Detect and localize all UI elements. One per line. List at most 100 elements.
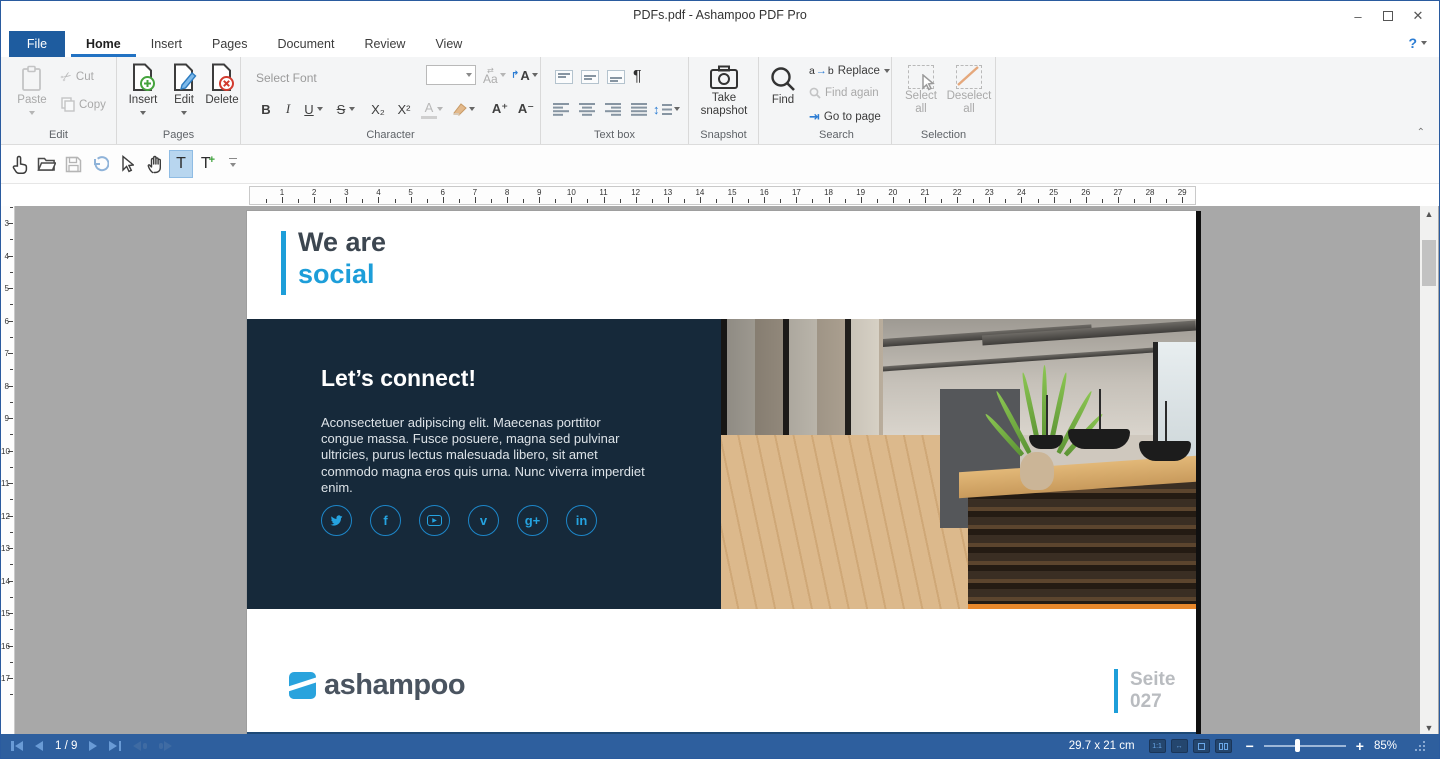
folder-open-icon — [37, 156, 56, 172]
align-justify-button[interactable] — [631, 97, 647, 121]
ribbon-tab-bar: File Home Insert Pages Document Review V… — [1, 31, 1439, 57]
tab-home[interactable]: Home — [71, 31, 136, 57]
toolbar-options-button[interactable] — [229, 158, 237, 171]
scrollbar-thumb[interactable] — [1422, 240, 1436, 286]
chevron-down-icon — [230, 163, 236, 170]
open-file-button[interactable] — [34, 150, 58, 178]
ruler-tick — [314, 197, 315, 203]
ruler-tick — [491, 199, 492, 203]
tab-view[interactable]: View — [420, 31, 477, 57]
googleplus-icon[interactable]: g+ — [517, 505, 548, 536]
connect-section: Let’s connect! Aconsectetuer adipiscing … — [247, 319, 1196, 609]
underline-options[interactable] — [317, 97, 323, 121]
first-page-button[interactable] — [11, 741, 23, 751]
align-left-button[interactable] — [553, 97, 569, 121]
subscript-button[interactable]: X₂ — [367, 97, 389, 121]
minimize-button[interactable]: – — [1343, 3, 1373, 29]
tab-document[interactable]: Document — [262, 31, 349, 57]
tab-insert[interactable]: Insert — [136, 31, 197, 57]
close-button[interactable]: ✕ — [1403, 3, 1433, 29]
insert-page-button[interactable]: Insert — [123, 63, 163, 118]
youtube-icon[interactable]: ▶ — [419, 505, 450, 536]
underline-button[interactable]: U — [301, 97, 317, 121]
vertical-scrollbar[interactable]: ▲ ▼ — [1420, 206, 1438, 736]
strikethrough-button[interactable]: S — [333, 97, 349, 121]
ruler-number: 11 — [596, 188, 612, 197]
ruler-tick — [10, 532, 13, 533]
find-button[interactable]: Find — [763, 65, 803, 107]
copy-button: Copy — [61, 97, 106, 112]
valign-top-button[interactable] — [555, 65, 573, 89]
zoom-slider-handle[interactable] — [1295, 739, 1300, 752]
grow-font-button[interactable]: A⁺ — [489, 97, 511, 121]
facebook-icon[interactable]: f — [370, 505, 401, 536]
text-tool-icon: T — [176, 155, 186, 173]
ruler-tick — [10, 499, 13, 500]
italic-button[interactable]: I — [281, 97, 295, 121]
align-center-button[interactable] — [579, 97, 595, 121]
fit-width-button[interactable]: ↔ — [1171, 739, 1188, 753]
deselect-all-button: Deselect all — [946, 65, 992, 116]
tab-review[interactable]: Review — [349, 31, 420, 57]
zoom-in-button[interactable]: + — [1356, 738, 1364, 754]
ruler-tick — [459, 199, 460, 203]
ruler-number: 21 — [917, 188, 933, 197]
maximize-button[interactable] — [1373, 3, 1403, 29]
ruler-tick — [8, 516, 13, 517]
single-page-button[interactable] — [1193, 739, 1210, 753]
replace-button[interactable]: a→b Replace — [809, 65, 890, 77]
pdf-page[interactable]: We are social Let’s connect! Aconsectetu… — [247, 211, 1196, 736]
align-right-button[interactable] — [605, 97, 621, 121]
delete-page-button[interactable]: Delete — [203, 63, 241, 107]
page-navigation: 1 / 9 — [1, 740, 172, 752]
linkedin-icon[interactable]: in — [566, 505, 597, 536]
zoom-slider[interactable] — [1264, 745, 1346, 747]
collapse-ribbon-button[interactable]: ⌃ — [1417, 127, 1425, 138]
twitter-icon[interactable] — [321, 505, 352, 536]
chevron-down-icon — [500, 73, 506, 80]
text-orientation-button[interactable]: ↱ A — [511, 63, 538, 87]
scroll-up-arrow[interactable]: ▲ — [1420, 206, 1438, 222]
text-select-tool-button[interactable]: T — [169, 150, 193, 178]
help-menu[interactable]: ? — [1408, 35, 1427, 51]
previous-page-button[interactable] — [35, 741, 43, 751]
tab-file[interactable]: File — [9, 31, 65, 57]
zoom-out-button[interactable]: − — [1246, 738, 1254, 754]
font-size-combobox[interactable] — [426, 65, 476, 85]
last-page-button[interactable] — [109, 741, 121, 751]
strikethrough-options[interactable] — [349, 97, 355, 121]
valign-middle-button[interactable] — [581, 65, 599, 89]
highlight-button[interactable] — [451, 97, 475, 121]
superscript-button[interactable]: X² — [393, 97, 415, 121]
vimeo-icon[interactable]: v — [468, 505, 499, 536]
ruler-number: 16 — [756, 188, 772, 197]
pilcrow-button[interactable]: ¶ — [633, 65, 642, 89]
tab-pages[interactable]: Pages — [197, 31, 262, 57]
line-spacing-button[interactable]: ↕ — [653, 97, 680, 121]
ruler-tick — [8, 418, 13, 419]
select-all-button: Select all — [900, 65, 942, 116]
resize-grip[interactable] — [1415, 741, 1425, 751]
go-to-page-button[interactable]: ⇥ Go to page — [809, 109, 881, 125]
two-page-button[interactable] — [1215, 739, 1232, 753]
ruler-number: 4 — [370, 188, 386, 197]
shrink-font-button[interactable]: A⁻ — [515, 97, 537, 121]
next-page-button[interactable] — [89, 741, 97, 751]
edit-page-button[interactable]: Edit — [167, 63, 201, 118]
take-snapshot-button[interactable]: Take snapshot — [693, 65, 755, 118]
valign-bottom-button[interactable] — [607, 65, 625, 89]
ruler-number: 27 — [1110, 188, 1126, 197]
view-mode-buttons: 1:1 ↔ — [1149, 739, 1232, 753]
select-tool-button[interactable] — [115, 150, 139, 178]
actual-size-button[interactable]: 1:1 — [1149, 739, 1166, 753]
ruler-tick — [539, 197, 540, 203]
touch-mode-button[interactable] — [7, 150, 31, 178]
add-text-button[interactable]: T+ — [196, 150, 220, 178]
ruler-tick — [764, 197, 765, 203]
pan-tool-button[interactable] — [142, 150, 166, 178]
ruler-tick — [861, 197, 862, 203]
ruler-tick — [555, 199, 556, 203]
ruler-number: 18 — [821, 188, 837, 197]
bold-button[interactable]: B — [257, 97, 275, 121]
font-color-options[interactable] — [437, 97, 443, 121]
